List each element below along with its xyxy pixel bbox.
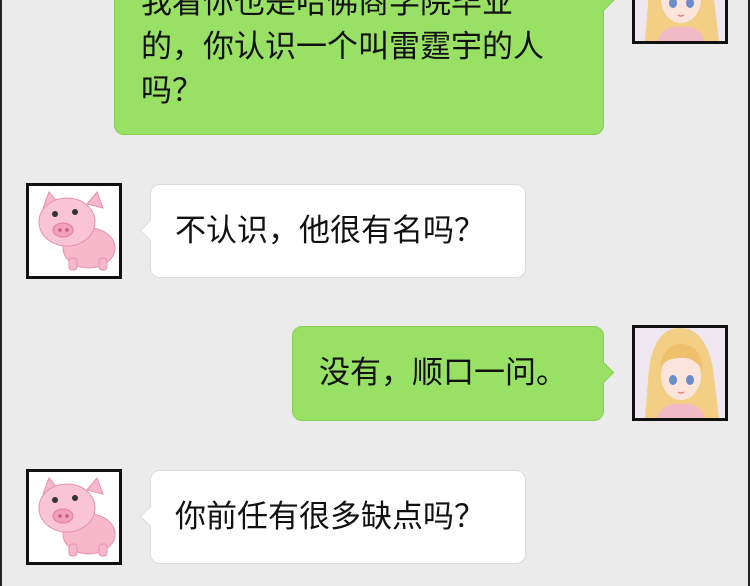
message-text-line: 不认识，他很有名吗？	[175, 213, 485, 249]
blonde-girl-avatar-icon	[635, 328, 725, 418]
message-text-line: 我看你也是哈佛商学院毕业	[141, 0, 513, 21]
message-text-line: 没有，顺口一问。	[319, 355, 567, 391]
avatar-blonde-girl[interactable]	[632, 0, 728, 44]
message-text-line: 你前任有很多缺点吗？	[175, 499, 485, 535]
pink-pig-avatar-icon	[29, 472, 119, 562]
message-bubble-sent[interactable]: 我看你也是哈佛商学院毕业 的，你认识一个叫雷霆宇的人 吗？	[114, 0, 615, 135]
avatar-blonde-girl[interactable]	[632, 325, 728, 421]
message-bubble-received[interactable]: 你前任有很多缺点吗？	[139, 470, 526, 564]
bubble-tail	[139, 219, 162, 242]
avatar-pink-pig[interactable]	[26, 183, 122, 279]
chat-window: 我看你也是哈佛商学院毕业 的，你认识一个叫雷霆宇的人 吗？ 不认识，他很有名吗？…	[0, 0, 750, 586]
blonde-girl-avatar-icon	[635, 0, 725, 41]
message-text-line: 的，你认识一个叫雷霆宇的人	[141, 29, 544, 65]
avatar-pink-pig[interactable]	[26, 469, 122, 565]
bubble-tail	[139, 505, 162, 528]
message-bubble-sent[interactable]: 没有，顺口一问。	[292, 326, 615, 421]
message-text-line: 吗？	[141, 73, 203, 109]
pink-pig-avatar-icon	[29, 186, 119, 276]
message-bubble-received[interactable]: 不认识，他很有名吗？	[139, 184, 526, 278]
